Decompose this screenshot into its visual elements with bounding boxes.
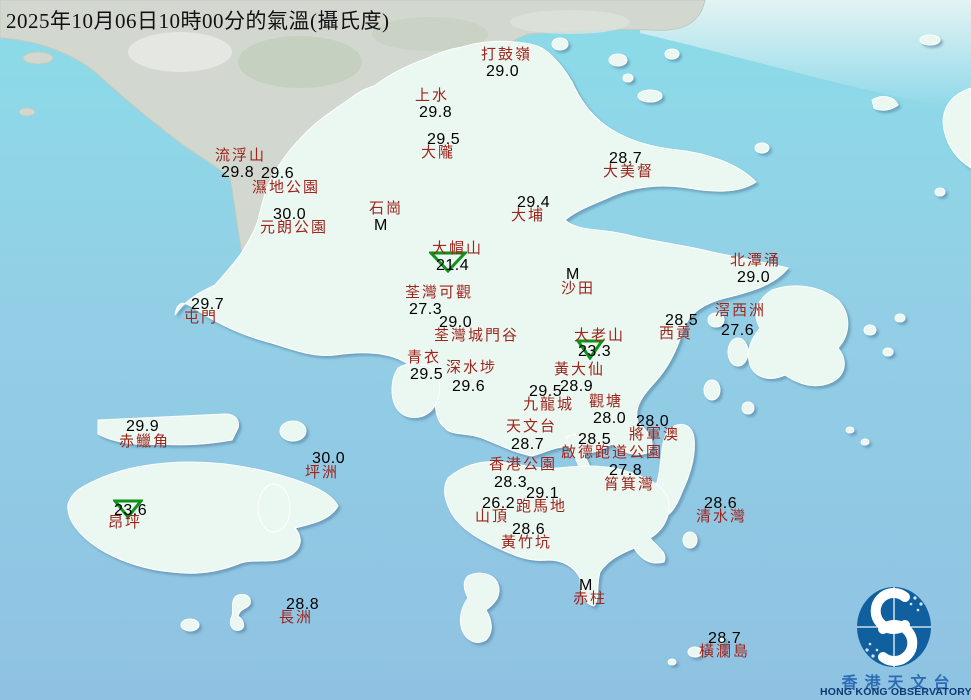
station-temperature-value: 28.0 (636, 413, 669, 430)
station-temperature-value: 28.5 (665, 312, 698, 329)
station-temperature-value: 29.4 (517, 194, 550, 211)
station-temperature-value: 29.9 (126, 418, 159, 435)
station-temperature-value: M (374, 217, 388, 234)
station-name-label: 大帽山 (432, 241, 483, 258)
station-temperature-value: 29.8 (419, 104, 452, 121)
station-temperature-value: 23.6 (114, 502, 147, 519)
station-name-label: 北潭涌 (730, 253, 781, 270)
station-name-label: 深水埗 (446, 360, 497, 377)
station-temperature-value: 28.7 (609, 150, 642, 167)
station-temperature-value: 26.2 (482, 495, 515, 512)
station-name-label: 沙田 (561, 281, 595, 298)
station-temperature-value: 29.8 (221, 164, 254, 181)
station-temperature-value: 29.1 (526, 485, 559, 502)
station-name-label: 上水 (415, 88, 449, 105)
station-name-label: 荃灣可觀 (405, 285, 473, 302)
station-temperature-value: 28.9 (560, 378, 593, 395)
station-name-label: 香港公園 (489, 457, 557, 474)
station-temperature-value: 29.5 (427, 131, 460, 148)
station-temperature-value: 21.4 (436, 257, 469, 274)
station-temperature-value: 28.7 (708, 630, 741, 647)
station-name-label: 黃大仙 (554, 362, 605, 379)
station-name-label: 石崗 (369, 201, 403, 218)
station-temperature-value: 28.6 (704, 495, 737, 512)
station-name-label: 流浮山 (215, 148, 266, 165)
temperature-map-screen: 打鼓嶺29.0上水29.8大隴29.5流浮山29.8濕地公園29.6大美督28.… (0, 0, 971, 700)
station-temperature-value: 27.8 (609, 462, 642, 479)
station-temperature-value: 28.6 (512, 521, 545, 538)
station-temperature-value: 28.8 (286, 596, 319, 613)
station-name-label: 濕地公園 (252, 180, 320, 197)
station-name-label: 筲箕灣 (604, 477, 655, 494)
station-name-label: 青衣 (407, 350, 441, 367)
station-temperature-value: 29.7 (191, 296, 224, 313)
station-name-label: 打鼓嶺 (481, 47, 532, 64)
station-temperature-value: 28.3 (494, 474, 527, 491)
station-temperature-value: 29.5 (529, 383, 562, 400)
station-temperature-value: 23.3 (578, 343, 611, 360)
station-name-label: 赤鱲角 (119, 434, 170, 451)
logo-english-text: HONG KONG OBSERVATORY (820, 686, 971, 698)
station-temperature-value: 28.5 (578, 431, 611, 448)
station-temperature-value: M (579, 577, 593, 594)
station-temperature-value: 30.0 (273, 206, 306, 223)
map-title: 2025年10月06日10時00分的氣溫(攝氏度) (6, 5, 390, 35)
station-name-label: 滘西洲 (715, 303, 766, 320)
station-name-label: 啟德跑道公園 (561, 445, 663, 462)
station-temperature-value: 29.0 (737, 269, 770, 286)
station-temperature-value: 27.3 (409, 301, 442, 318)
station-temperature-value: 29.0 (439, 314, 472, 331)
station-temperature-value: 29.6 (261, 165, 294, 182)
station-name-label: 天文台 (506, 419, 557, 436)
hko-logo: 香港天文台 HONG KONG OBSERVATORY (820, 583, 971, 700)
station-temperature-value: 28.7 (511, 436, 544, 453)
station-name-label: 坪洲 (305, 465, 339, 482)
station-temperature-value: 29.0 (486, 63, 519, 80)
station-name-label: 觀塘 (589, 394, 623, 411)
station-temperature-value: 27.6 (721, 322, 754, 339)
station-temperature-value: 29.6 (452, 378, 485, 395)
hko-typhoon-symbol-icon (852, 583, 938, 673)
station-temperature-value: 30.0 (312, 450, 345, 467)
station-temperature-value: M (566, 266, 580, 283)
station-temperature-value: 29.5 (410, 366, 443, 383)
station-temperature-value: 28.0 (593, 410, 626, 427)
